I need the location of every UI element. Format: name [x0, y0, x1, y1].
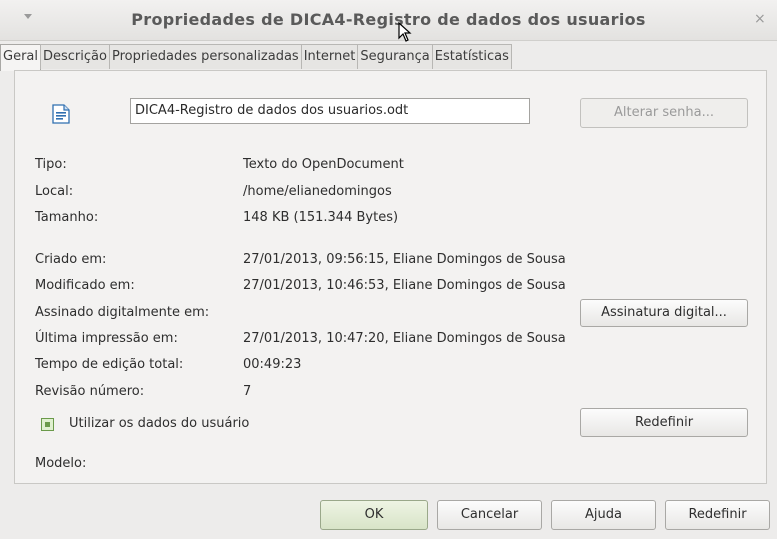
help-button[interactable]: Ajuda	[551, 500, 656, 530]
edit-time-label: Tempo de edição total:	[35, 357, 184, 372]
digital-signature-button[interactable]: Assinatura digital...	[580, 299, 748, 327]
tab-geral[interactable]: Geral	[0, 44, 41, 71]
tab-internet[interactable]: Internet	[300, 44, 359, 69]
revision-value: 7	[243, 384, 252, 399]
size-value: 148 KB (151.344 Bytes)	[243, 210, 399, 225]
ok-button[interactable]: OK	[320, 500, 428, 530]
printed-label: Última impressão em:	[35, 331, 178, 346]
file-name-field[interactable]: DICA4-Registro de dados dos usuarios.odt	[130, 98, 530, 124]
title-bar: Propriedades de DICA4-Registro de dados …	[0, 0, 777, 42]
tab-estatisticas[interactable]: Estatísticas	[431, 44, 512, 69]
created-label: Criado em:	[35, 252, 107, 267]
cancel-button[interactable]: Cancelar	[437, 500, 542, 530]
tab-propriedades-personalizadas[interactable]: Propriedades personalizadas	[108, 44, 302, 69]
signed-label: Assinado digitalmente em:	[35, 305, 210, 320]
reset-button[interactable]: Redefinir	[665, 500, 770, 530]
document-icon	[52, 104, 70, 124]
location-value: /home/elianedomingos	[243, 184, 392, 199]
created-value: 27/01/2013, 09:56:15, Eliane Domingos de…	[243, 252, 566, 267]
modified-value: 27/01/2013, 10:46:53, Eliane Domingos de…	[243, 278, 566, 293]
template-label: Modelo:	[35, 456, 87, 471]
close-icon[interactable]: ×	[754, 12, 766, 26]
edit-time-value: 00:49:23	[243, 357, 302, 372]
type-label: Tipo:	[35, 157, 67, 172]
use-user-data-checkbox[interactable]	[41, 418, 54, 431]
reset-user-data-button[interactable]: Redefinir	[580, 408, 748, 437]
tab-descricao[interactable]: Descrição	[40, 44, 110, 69]
change-password-button: Alterar senha...	[580, 98, 748, 128]
location-label: Local:	[35, 184, 74, 199]
window-title: Propriedades de DICA4-Registro de dados …	[131, 10, 646, 29]
type-value: Texto do OpenDocument	[243, 157, 404, 172]
use-user-data-label[interactable]: Utilizar os dados do usuário	[69, 416, 249, 431]
revision-label: Revisão número:	[35, 384, 145, 399]
tab-bar: Geral Descrição Propriedades personaliza…	[0, 44, 512, 71]
tab-seguranca[interactable]: Segurança	[357, 44, 433, 69]
mouse-pointer-icon	[398, 22, 412, 42]
modified-label: Modificado em:	[35, 278, 135, 293]
printed-value: 27/01/2013, 10:47:20, Eliane Domingos de…	[243, 331, 566, 346]
size-label: Tamanho:	[35, 210, 99, 225]
